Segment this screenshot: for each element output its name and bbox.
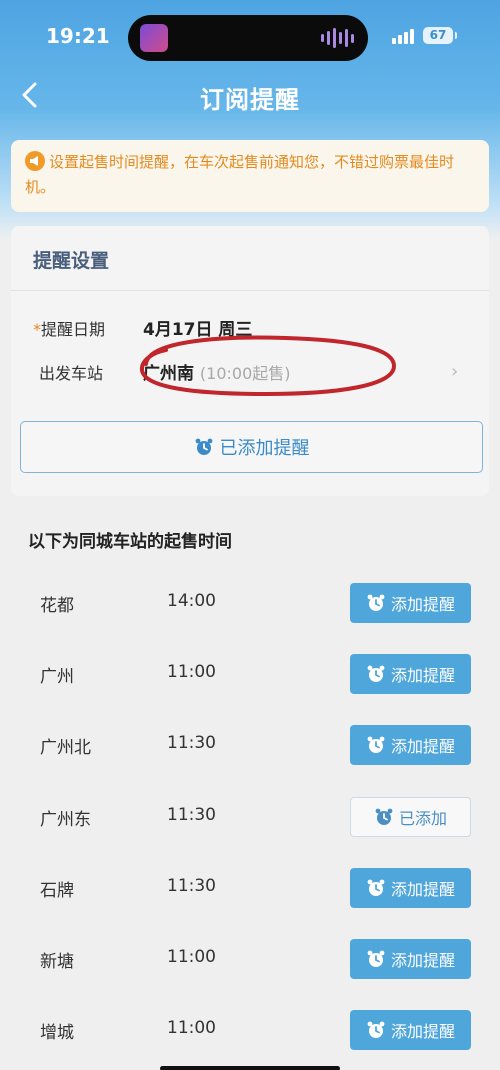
station-row: 广州 11:00 添加提醒 xyxy=(0,654,500,694)
station-name: 广州东 xyxy=(40,810,91,830)
station-name: 石牌 xyxy=(40,881,74,901)
now-playing-thumbnail xyxy=(140,24,168,52)
status-bar: 19:21 67 xyxy=(0,0,500,74)
date-label: *提醒日期 xyxy=(33,316,105,340)
battery-icon: 67 xyxy=(423,27,453,44)
add-reminder-button[interactable]: 添加提醒 xyxy=(350,868,471,908)
add-reminder-button[interactable]: 添加提醒 xyxy=(350,725,471,765)
station-name: 新塘 xyxy=(40,952,74,972)
status-time: 19:21 xyxy=(46,24,110,48)
sale-time: 11:00 xyxy=(167,662,216,682)
alarm-clock-icon xyxy=(366,593,386,613)
alarm-clock-icon xyxy=(366,664,386,684)
sale-time: 11:00 xyxy=(167,947,216,967)
button-label: 添加提醒 xyxy=(390,595,455,614)
added-reminder-button[interactable]: 已添加 xyxy=(350,797,471,837)
station-row: 广州东 11:30 已添加 xyxy=(0,797,500,837)
station-row: 花都 14:00 添加提醒 xyxy=(0,583,500,623)
sale-time: 11:30 xyxy=(167,733,216,753)
station-name: 增城 xyxy=(40,1023,74,1043)
notice-text: 设置起售时间提醒，在车次起售前通知您，不错过购票最佳时机。 xyxy=(25,153,455,196)
megaphone-icon xyxy=(25,151,45,171)
station-label: 出发车站 xyxy=(39,364,104,383)
add-reminder-button[interactable]: 添加提醒 xyxy=(350,1010,471,1050)
same-city-heading: 以下为同城车站的起售时间 xyxy=(28,532,232,552)
signal-icon xyxy=(392,28,414,44)
audio-wave-icon xyxy=(321,26,354,50)
button-label: 添加提醒 xyxy=(390,880,455,899)
alarm-clock-icon xyxy=(366,1020,386,1040)
alarm-clock-icon xyxy=(366,949,386,969)
sale-time: 11:30 xyxy=(167,805,216,825)
sale-time: 11:00 xyxy=(167,1018,216,1038)
dynamic-island xyxy=(128,15,368,61)
divider xyxy=(11,290,489,291)
chevron-right-icon[interactable]: › xyxy=(451,361,458,382)
home-indicator[interactable] xyxy=(160,1066,340,1070)
button-label: 添加提醒 xyxy=(390,951,455,970)
station-row: 广州北 11:30 添加提醒 xyxy=(0,725,500,765)
notice-banner: 设置起售时间提醒，在车次起售前通知您，不错过购票最佳时机。 xyxy=(11,140,489,212)
station-name: 花都 xyxy=(40,596,74,616)
battery-tip xyxy=(455,32,457,39)
station-name: 广州 xyxy=(40,667,74,687)
add-reminder-button[interactable]: 添加提醒 xyxy=(350,654,471,694)
button-label: 已添加 xyxy=(398,809,447,828)
station-name: 广州北 xyxy=(40,738,91,758)
button-label: 添加提醒 xyxy=(390,737,455,756)
annotation-circle xyxy=(140,335,397,397)
sale-time: 11:30 xyxy=(167,876,216,896)
add-reminder-button[interactable]: 添加提醒 xyxy=(350,583,471,623)
add-reminder-button[interactable]: 添加提醒 xyxy=(350,939,471,979)
added-reminder-button[interactable]: 已添加提醒 xyxy=(20,421,483,473)
station-row: 新塘 11:00 添加提醒 xyxy=(0,939,500,979)
card-title: 提醒设置 xyxy=(33,250,110,272)
required-star: * xyxy=(33,320,41,339)
page-title: 订阅提醒 xyxy=(200,86,300,114)
date-label-text: 提醒日期 xyxy=(41,320,106,339)
sale-time: 14:00 xyxy=(167,591,216,611)
button-label: 添加提醒 xyxy=(390,666,455,685)
alarm-clock-icon xyxy=(194,437,214,457)
added-reminder-label: 已添加提醒 xyxy=(219,438,310,459)
station-row: 增城 11:00 添加提醒 xyxy=(0,1010,500,1050)
alarm-clock-icon xyxy=(366,878,386,898)
station-row: 石牌 11:30 添加提醒 xyxy=(0,868,500,908)
button-label: 添加提醒 xyxy=(390,1022,455,1041)
alarm-clock-icon xyxy=(374,807,394,827)
alarm-clock-icon xyxy=(366,735,386,755)
